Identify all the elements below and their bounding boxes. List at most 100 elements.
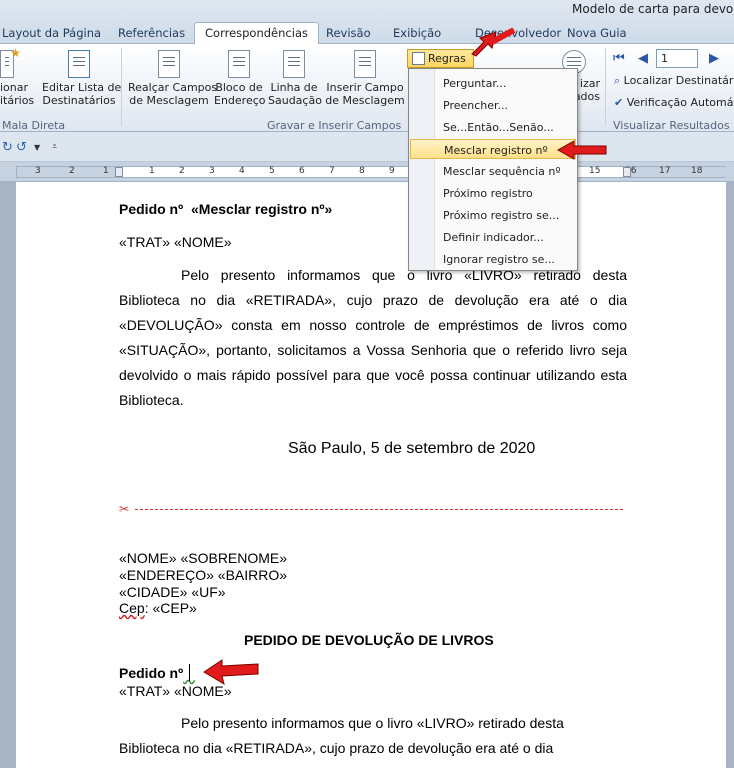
ruler-label: 2 [69,166,75,176]
quick-access-toolbar: ↻ ↺ ▼ ⩡ [0,132,734,162]
ribbon-tab-bar: Modelo de carta para devoluçã Layout da … [0,0,734,45]
tab-references[interactable]: Referências [118,26,185,44]
address-block-button[interactable]: Bloco de Endereço [214,50,266,107]
chevron-down-icon[interactable]: ▼ [34,143,40,152]
insert-merge-field-button[interactable]: Inserir Campo de Mesclagem [324,50,406,107]
ruler-label: 1 [103,166,109,176]
menu-item-next-record-if[interactable]: Próximo registro se... [410,205,576,225]
edit-list-icon [68,50,90,78]
tab-review[interactable]: Revisão [326,26,371,44]
cut-dash [135,509,623,510]
ruler-track[interactable]: 3 2 1 1 2 3 4 5 6 7 8 9 10 11 12 13 14 1… [16,166,727,178]
edit-list-label: Editar Lista de Destinatários [42,81,122,107]
ruler-label: 4 [239,166,245,176]
group-label-preview: Visualizar Resultados [613,119,730,132]
ruler-label: 3 [209,166,215,176]
auto-check-errors-button[interactable]: ✔ Verificação Automát [614,96,734,109]
red-arrow-icon [471,28,516,57]
order-line-2: Pedido nº [119,665,195,681]
tab-new[interactable]: Nova Guia [567,26,627,44]
highlight-merge-fields-button[interactable]: Realçar Campos de Mesclagem [128,50,217,107]
ruler-label: 6 [299,166,305,176]
address-block-icon [228,50,250,78]
order-line-1: Pedido nº «Mesclar registro nº» [119,201,332,217]
order-label: Pedido nº [119,201,184,217]
menu-item-fill-in[interactable]: Preencher... [410,95,576,115]
next-record-icon[interactable]: ▶ [709,51,719,66]
cut-line: ✂ [119,502,625,516]
group-label-write-insert: Gravar e Inserir Campos [267,119,402,132]
rules-icon [412,52,425,65]
insert-field-label: Inserir Campo de Mesclagem [325,81,405,107]
body-2-line-1: Pelo presento informamos que o livro «LI… [181,715,564,731]
ruler-label: 15 [589,166,601,176]
red-arrow-icon [556,140,607,160]
window-title: Modelo de carta para devoluçã [572,2,734,16]
trat-nome-line: «TRAT» «NOME» [119,234,232,250]
ruler-label: 18 [691,166,703,176]
indent-marker[interactable] [115,167,123,177]
insert-field-icon [354,50,376,78]
ruler-label: 9 [389,166,395,176]
merge-record-field: «Mesclar registro nº» [191,201,333,217]
date-line: São Paulo, 5 de setembro de 2020 [288,440,536,457]
menu-item-skip-record-if[interactable]: Ignorar registro se... [410,249,576,269]
undo-icon[interactable]: ↺ [16,140,27,155]
previous-record-icon[interactable]: ◀ [638,51,648,66]
body-paragraph-1: Pelo presento informamos que o livro «LI… [119,267,627,408]
first-record-icon[interactable]: ⏮ [613,51,625,66]
recipients-icon [0,47,21,78]
greeting-line-button[interactable]: Linha de Saudação [268,50,322,107]
address-line-2: «ENDEREÇO» «BAIRRO» [119,567,288,583]
greeting-line-icon [283,50,305,78]
edit-recipient-list-button[interactable]: Editar Lista de Destinatários [42,50,121,107]
rules-button[interactable]: Regras ▼ [407,49,474,77]
menu-item-set-bookmark[interactable]: Definir indicador... [410,227,576,247]
menu-item-next-record[interactable]: Próximo registro [410,183,576,203]
find-recipient-label: Localizar Destinatári [623,74,734,87]
tab-page-layout[interactable]: Layout da Página [2,26,101,44]
menu-item-merge-sequence[interactable]: Mesclar sequência nº [410,161,576,181]
horizontal-ruler: 3 2 1 1 2 3 4 5 6 7 8 9 10 11 12 13 14 1… [0,162,734,182]
address-line-3: «CIDADE» «UF» [119,584,226,600]
body-2-line-2: Biblioteca no dia «RETIRADA», cujo prazo… [119,740,554,756]
rules-dropdown-menu: Perguntar... Preencher... Se...Então...S… [408,68,578,271]
ruler-label: 8 [359,166,365,176]
ruler-label: 5 [269,166,275,176]
tab-view[interactable]: Exibição [393,26,441,44]
rules-label: Regras [428,52,466,65]
ruler-label: 17 [659,166,671,176]
record-number-input[interactable]: 1 [656,49,698,68]
greeting-line-label: Linha de Saudação [268,81,322,107]
group-separator [605,48,606,126]
cep-label: Cep [119,600,145,616]
address-block-label: Bloco de Endereço [214,81,266,107]
find-icon: ⌕ [614,74,621,87]
select-recipients-button[interactable]: ionar itários [0,47,38,107]
cep-field: : «CEP» [144,600,197,616]
customize-toolbar-icon[interactable]: ⩡ [52,142,57,152]
find-recipient-button[interactable]: ⌕ Localizar Destinatári [614,74,734,88]
order-label: Pedido nº [119,665,184,681]
ribbon: ionar itários Editar Lista de Destinatár… [0,44,734,132]
menu-item-merge-record[interactable]: Mesclar registro nº [410,139,576,159]
scissors-icon: ✂ [119,502,130,516]
ruler-label: 1 [149,166,155,176]
group-separator [121,48,122,126]
menu-item-if-then-else[interactable]: Se...Então...Senão... [410,117,576,137]
text-cursor [189,664,190,681]
redo-icon[interactable]: ↻ [2,140,13,155]
auto-check-label: Verificação Automát [626,96,734,109]
address-line-4: Cep: «CEP» [119,600,197,616]
ruler-right-margin [625,167,727,177]
red-arrow-icon [203,659,259,686]
address-line-1: «NOME» «SOBRENOME» [119,550,288,566]
ruler-label: 2 [179,166,185,176]
tab-mailings[interactable]: Correspondências [194,22,319,45]
right-indent-marker[interactable] [623,167,631,177]
highlight-fields-label: Realçar Campos de Mesclagem [128,81,218,107]
ruler-label: 3 [35,166,41,176]
ruler-label: 7 [329,166,335,176]
select-recipients-label: ionar itários [0,81,35,107]
menu-item-ask[interactable]: Perguntar... [410,73,576,93]
